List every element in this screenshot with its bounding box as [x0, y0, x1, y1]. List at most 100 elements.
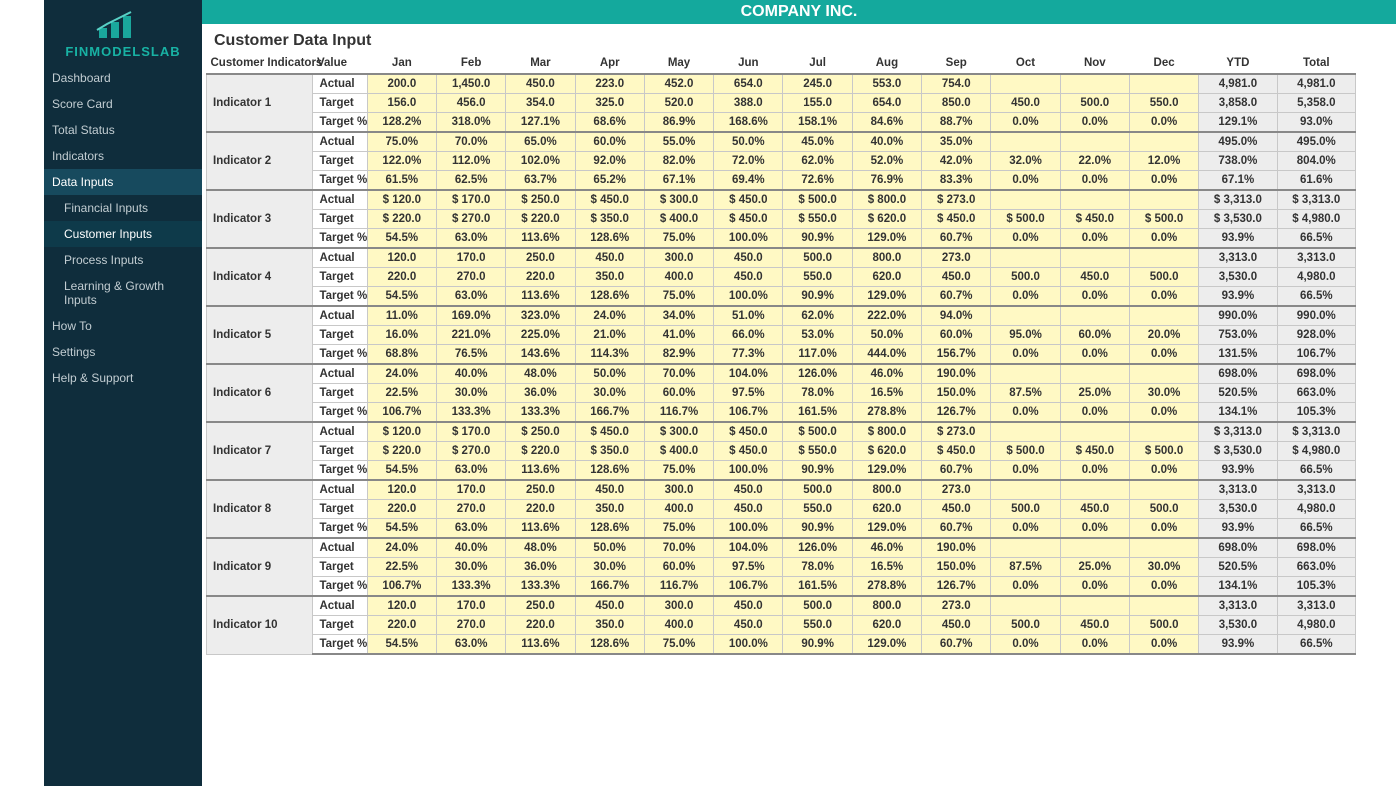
data-cell[interactable]: 60.7%	[922, 461, 991, 481]
data-cell[interactable]: 550.0	[783, 616, 852, 635]
data-cell[interactable]: 92.0%	[575, 152, 644, 171]
data-cell[interactable]: 800.0	[852, 248, 921, 268]
data-cell[interactable]: 88.7%	[922, 113, 991, 133]
data-cell[interactable]: 30.0%	[436, 384, 505, 403]
data-cell[interactable]: 128.6%	[575, 519, 644, 539]
data-cell[interactable]	[1060, 364, 1129, 384]
sidebar-item-indicators[interactable]: Indicators	[44, 143, 202, 169]
data-cell[interactable]: 450.0	[922, 616, 991, 635]
data-cell[interactable]: 113.6%	[506, 461, 575, 481]
data-cell[interactable]: 550.0	[783, 500, 852, 519]
data-cell[interactable]: $ 170.0	[436, 190, 505, 210]
data-cell[interactable]: 61.5%	[367, 171, 436, 191]
data-cell[interactable]: 190.0%	[922, 538, 991, 558]
data-cell[interactable]: 220.0	[506, 500, 575, 519]
data-cell[interactable]: 60.0%	[575, 132, 644, 152]
data-cell[interactable]: $ 500.0	[991, 442, 1060, 461]
data-cell[interactable]: 63.7%	[506, 171, 575, 191]
data-cell[interactable]: 72.6%	[783, 171, 852, 191]
data-cell[interactable]: 50.0%	[852, 326, 921, 345]
data-cell[interactable]: 63.0%	[436, 635, 505, 655]
data-cell[interactable]: $ 800.0	[852, 422, 921, 442]
data-cell[interactable]: 117.0%	[783, 345, 852, 365]
data-cell[interactable]: 87.5%	[991, 384, 1060, 403]
data-cell[interactable]: 60.0%	[922, 326, 991, 345]
data-cell[interactable]: 273.0	[922, 248, 991, 268]
data-cell[interactable]: 24.0%	[367, 364, 436, 384]
data-cell[interactable]: 550.0	[1129, 94, 1198, 113]
data-cell[interactable]: 0.0%	[1129, 461, 1198, 481]
data-cell[interactable]: 40.0%	[852, 132, 921, 152]
data-cell[interactable]: 30.0%	[575, 384, 644, 403]
data-cell[interactable]: $ 500.0	[783, 190, 852, 210]
data-cell[interactable]: 48.0%	[506, 538, 575, 558]
data-cell[interactable]: 450.0	[714, 268, 783, 287]
data-cell[interactable]: 90.9%	[783, 519, 852, 539]
data-cell[interactable]: 60.7%	[922, 519, 991, 539]
data-cell[interactable]	[1060, 248, 1129, 268]
data-cell[interactable]	[991, 190, 1060, 210]
data-cell[interactable]: 0.0%	[1060, 519, 1129, 539]
data-cell[interactable]: 128.2%	[367, 113, 436, 133]
data-cell[interactable]: 128.6%	[575, 461, 644, 481]
data-cell[interactable]: 450.0	[714, 480, 783, 500]
data-cell[interactable]: 75.0%	[644, 287, 713, 307]
data-cell[interactable]: $ 350.0	[575, 210, 644, 229]
data-cell[interactable]	[991, 364, 1060, 384]
data-cell[interactable]: 129.0%	[852, 229, 921, 249]
data-cell[interactable]: 520.0	[644, 94, 713, 113]
data-cell[interactable]: 300.0	[644, 248, 713, 268]
data-cell[interactable]: 850.0	[922, 94, 991, 113]
data-cell[interactable]: 450.0	[991, 94, 1060, 113]
data-cell[interactable]: 0.0%	[1060, 635, 1129, 655]
data-cell[interactable]	[1129, 422, 1198, 442]
data-cell[interactable]: 22.0%	[1060, 152, 1129, 171]
data-cell[interactable]: 220.0	[367, 616, 436, 635]
data-cell[interactable]	[1129, 306, 1198, 326]
data-cell[interactable]: 133.3%	[506, 577, 575, 597]
data-cell[interactable]: 654.0	[714, 74, 783, 94]
data-cell[interactable]: 222.0%	[852, 306, 921, 326]
data-cell[interactable]: $ 400.0	[644, 442, 713, 461]
data-cell[interactable]: 34.0%	[644, 306, 713, 326]
data-cell[interactable]: 95.0%	[991, 326, 1060, 345]
data-cell[interactable]: 456.0	[436, 94, 505, 113]
data-cell[interactable]: 16.0%	[367, 326, 436, 345]
data-cell[interactable]: 60.7%	[922, 287, 991, 307]
data-cell[interactable]: 388.0	[714, 94, 783, 113]
data-cell[interactable]: 36.0%	[506, 384, 575, 403]
data-cell[interactable]: $ 450.0	[1060, 210, 1129, 229]
data-cell[interactable]: $ 270.0	[436, 442, 505, 461]
data-cell[interactable]: $ 273.0	[922, 422, 991, 442]
data-cell[interactable]: 450.0	[922, 268, 991, 287]
data-cell[interactable]: 76.5%	[436, 345, 505, 365]
sidebar-item-help-support[interactable]: Help & Support	[44, 365, 202, 391]
data-cell[interactable]: 128.6%	[575, 635, 644, 655]
data-cell[interactable]: 0.0%	[1129, 287, 1198, 307]
data-cell[interactable]: 300.0	[644, 596, 713, 616]
data-cell[interactable]: 30.0%	[436, 558, 505, 577]
data-cell[interactable]	[1129, 190, 1198, 210]
data-cell[interactable]: 60.0%	[644, 384, 713, 403]
data-cell[interactable]	[1129, 538, 1198, 558]
data-cell[interactable]: 116.7%	[644, 577, 713, 597]
data-cell[interactable]	[1060, 190, 1129, 210]
data-cell[interactable]: 126.7%	[922, 577, 991, 597]
data-cell[interactable]: 220.0	[367, 268, 436, 287]
data-cell[interactable]: 46.0%	[852, 538, 921, 558]
data-cell[interactable]: 25.0%	[1060, 384, 1129, 403]
data-cell[interactable]: 128.6%	[575, 287, 644, 307]
data-cell[interactable]: 220.0	[506, 616, 575, 635]
data-cell[interactable]: 75.0%	[644, 229, 713, 249]
data-cell[interactable]: 60.7%	[922, 635, 991, 655]
data-cell[interactable]: 69.4%	[714, 171, 783, 191]
data-cell[interactable]: 82.0%	[644, 152, 713, 171]
data-cell[interactable]: 400.0	[644, 616, 713, 635]
data-cell[interactable]	[991, 480, 1060, 500]
data-cell[interactable]: 0.0%	[1060, 577, 1129, 597]
data-cell[interactable]: 97.5%	[714, 558, 783, 577]
data-cell[interactable]: 250.0	[506, 596, 575, 616]
data-cell[interactable]: 500.0	[991, 616, 1060, 635]
data-cell[interactable]: 0.0%	[991, 635, 1060, 655]
sidebar-item-score-card[interactable]: Score Card	[44, 91, 202, 117]
